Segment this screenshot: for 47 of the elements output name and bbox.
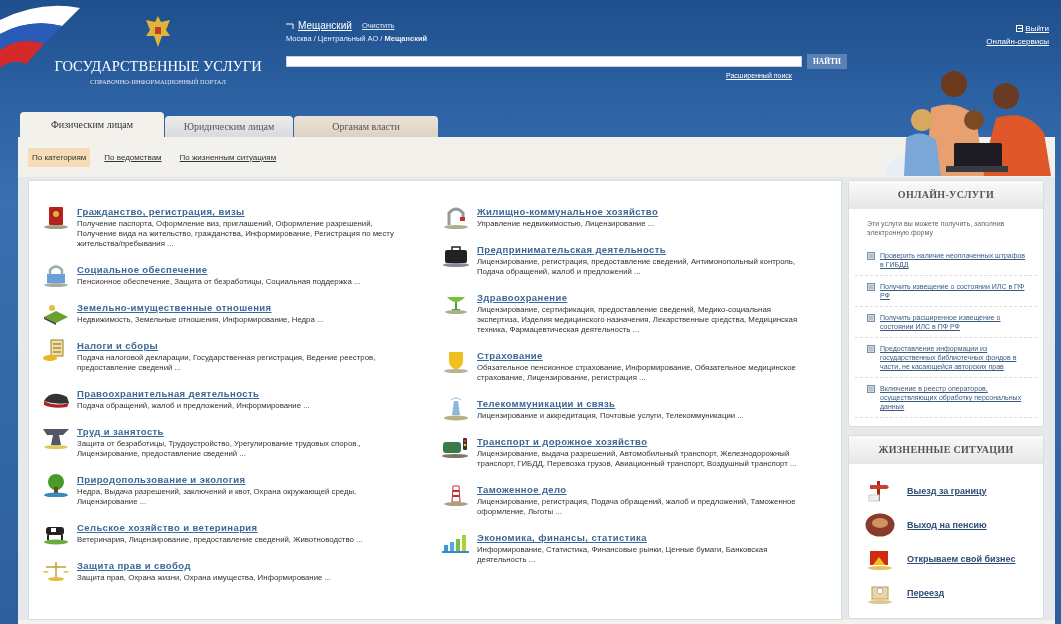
tree-icon: [41, 473, 71, 497]
location-icon: [286, 22, 294, 29]
subnav-link[interactable]: По ведомствам: [100, 147, 166, 167]
online-services-link[interactable]: Онлайн-сервисы: [986, 37, 1049, 46]
category-link[interactable]: Социальное обеспечение: [77, 263, 208, 276]
category-link[interactable]: Телекоммуникации и связь: [477, 397, 616, 410]
life-situation-link[interactable]: Выход на пенсию: [907, 520, 987, 530]
category-link[interactable]: Транспорт и дорожное хозяйство: [477, 435, 648, 448]
panel-heading: ОНЛАЙН-УСЛУГИ: [849, 181, 1043, 209]
category-link[interactable]: Труд и занятость: [77, 425, 164, 438]
document-icon: [867, 314, 875, 322]
logout-link[interactable]: Выйти: [1025, 24, 1049, 33]
category-link[interactable]: Защита прав и свобод: [77, 559, 191, 572]
category-link[interactable]: Предпринимательская деятельность: [477, 243, 667, 256]
emblem-icon: [144, 14, 172, 48]
tab[interactable]: Физическим лицам: [20, 112, 164, 137]
category-link[interactable]: Таможенное дело: [477, 483, 567, 496]
tab[interactable]: Юридическим лицам: [165, 116, 293, 137]
life-situation-link[interactable]: Выезд за границу: [907, 486, 987, 496]
document-icon: [867, 283, 875, 291]
scales-icon: [41, 559, 71, 583]
document-icon: [867, 252, 875, 260]
category-link[interactable]: Страхование: [477, 349, 543, 362]
subnav-link[interactable]: По категориям: [28, 147, 91, 167]
category-link[interactable]: Гражданство, регистрация, визы: [77, 205, 245, 218]
category-link[interactable]: Правоохранительная деятельность: [77, 387, 260, 400]
exit-icon: [1016, 25, 1024, 32]
search-field[interactable]: [286, 56, 802, 67]
portal-title: ГОСУДАРСТВЕННЫЕ УСЛУГИ: [54, 58, 262, 75]
panel-heading: ЖИЗНЕННЫЕ СИТУАЦИИ: [849, 436, 1043, 464]
category-link[interactable]: Сельское хозяйство и ветеринария: [77, 521, 258, 534]
life-situation-link[interactable]: Открываем свой бизнес: [907, 554, 1016, 564]
document-icon: [867, 345, 875, 353]
district-link[interactable]: Мещанский: [298, 20, 352, 31]
category-link[interactable]: Налоги и сборы: [77, 339, 159, 352]
train-icon: [441, 435, 471, 459]
briefcase-icon: [441, 243, 471, 267]
category-link[interactable]: Экономика, финансы, статистика: [477, 531, 647, 544]
document-icon: [867, 385, 875, 393]
life-situation-link[interactable]: Переезд: [907, 588, 945, 598]
category-link[interactable]: Земельно-имущественные отношения: [77, 301, 272, 314]
subnav-link[interactable]: По жизненным ситуациям: [175, 147, 281, 167]
tower-icon: [441, 397, 471, 421]
category-link[interactable]: Жилищно-коммунальное хозяйство: [477, 205, 659, 218]
tab[interactable]: Органам власти: [294, 116, 438, 137]
category-link[interactable]: Здравоохранение: [477, 291, 568, 304]
category-link[interactable]: Природопользование и экология: [77, 473, 246, 486]
